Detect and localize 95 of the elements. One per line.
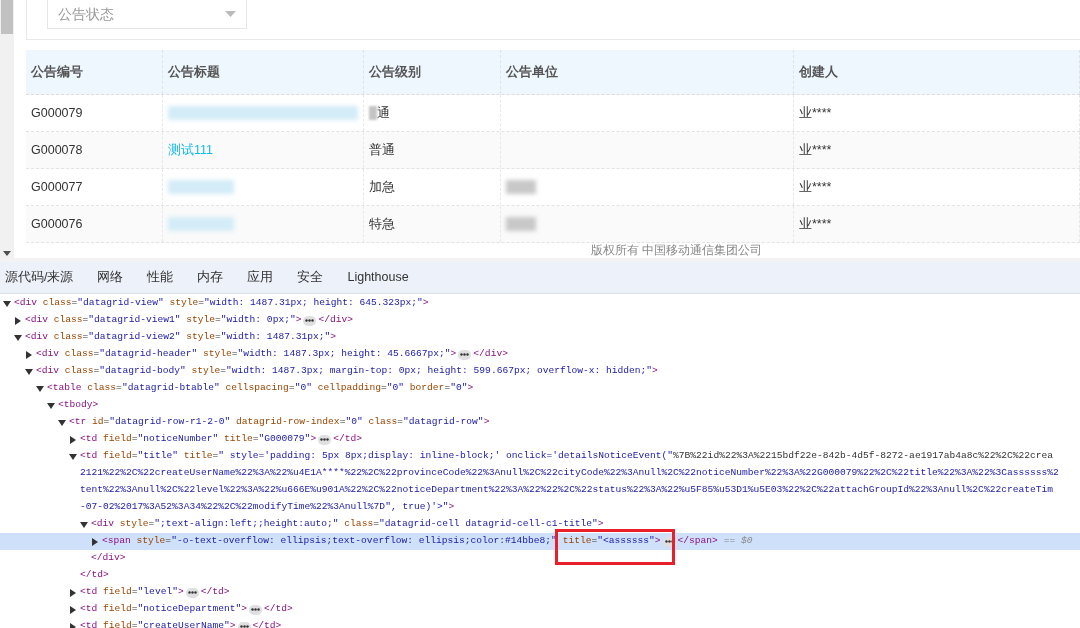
code-line: <tr id="datagrid-row-r1-2-0" datagrid-row-index="0" class="datagrid-row"> (69, 415, 490, 430)
collapse-triangle-icon[interactable] (36, 384, 44, 393)
code-line: </div> (91, 551, 126, 566)
table-cell-text: 业**** (799, 178, 832, 196)
code-line: <div class="datagrid-header" style="width: 1487.3px; height: 45.6667px;"> (36, 347, 457, 362)
dropdown-placeholder: 公告状态 (58, 4, 114, 24)
devtools-tab[interactable]: 网络 (97, 268, 124, 287)
scrollbar-thumb[interactable] (1, 0, 13, 34)
table-cell-text: 业**** (799, 104, 832, 122)
collapse-triangle-icon[interactable] (14, 333, 22, 342)
more-icon (320, 438, 330, 441)
code-line: <td field="level"> (80, 585, 184, 600)
table-cell-text: G000076 (31, 215, 83, 233)
table-cell-text: 特急 (369, 215, 395, 233)
more-icon (239, 625, 249, 628)
table-row[interactable]: G000077 加急 业**** (26, 169, 1080, 206)
collapsed-content-button[interactable] (318, 434, 332, 445)
copyright-footer: 版权所有 中国移动通信集团公司 (591, 241, 763, 260)
devtools-tab[interactable]: 源代码/来源 (5, 268, 74, 287)
code-line: <div class="datagrid-view" style="width: 1487.31px; height: 645.323px;"> (14, 296, 429, 311)
expand-triangle-icon[interactable] (69, 622, 77, 628)
column-header: 公告编号 (31, 63, 83, 81)
caret-icon (225, 11, 236, 17)
collapse-triangle-icon[interactable] (58, 418, 66, 427)
code-line: </td> (333, 432, 362, 447)
table-cell-text: G000079 (31, 104, 83, 122)
code-line: <td field="createUserName"> (80, 619, 236, 628)
code-line: </td> (200, 585, 230, 600)
code-line: </td> (80, 568, 109, 583)
table-cell-text: G000078 (31, 141, 83, 159)
devtools-tab[interactable]: 内存 (197, 268, 224, 287)
code-line: <div class="datagrid-view1" style="width: 0px;"> (25, 313, 302, 328)
code-line: </div> (473, 347, 508, 362)
table-row[interactable]: G000079 通 业**** (26, 95, 1080, 132)
code-line: <div class="datagrid-view2" style="width: 1487.31px;"> (25, 330, 336, 345)
scroll-down-arrow-icon[interactable] (3, 251, 11, 256)
devtools-tab[interactable]: 性能 (147, 268, 174, 287)
more-icon (664, 540, 674, 543)
devtools-tab[interactable]: 应用 (247, 268, 274, 287)
redacted-blur (506, 180, 536, 194)
code-line: <tbody> (58, 398, 99, 413)
column-header: 公告标题 (168, 63, 220, 81)
devtools-tab[interactable]: 安全 (297, 268, 324, 287)
collapsed-content-button[interactable] (303, 315, 317, 326)
console-reference: == $0 (723, 534, 753, 549)
code-line: <td field="title" title=" style='padding: 5px 8px;display: inline-block;' onclick='detailsNoticeEvent("%7B%22id%22%3A%2215bdf22e-842b-4d5f-8272-ae1917ab4a8c%22%2C%22crea (80, 449, 1054, 464)
code-line: </td> (264, 602, 293, 617)
expand-triangle-icon[interactable] (69, 588, 77, 597)
column-header: 公告单位 (506, 63, 558, 81)
code-line: <div class="datagrid-body" style="width: 1487.3px; margin-top: 0px; height: 599.667px; overflow-x: hidden;"> (36, 364, 658, 379)
collapsed-content-button[interactable] (185, 587, 199, 598)
collapsed-content-button[interactable] (237, 621, 251, 628)
code-line: </span> (677, 534, 718, 549)
collapsed-content-button[interactable] (249, 604, 262, 615)
column-header: 创建人 (799, 63, 838, 81)
code-line: <div style=";text-align:left;;height:auto;" class="datagrid-cell datagrid-cell-c1-title"> (91, 517, 604, 532)
expand-triangle-icon[interactable] (14, 316, 22, 325)
more-icon (460, 353, 470, 356)
table-cell-text: 加急 (369, 178, 395, 196)
code-line: </div> (318, 313, 353, 328)
expand-triangle-icon[interactable] (69, 605, 77, 614)
expand-triangle-icon[interactable] (25, 350, 33, 359)
table-cell-text: 通 (377, 104, 390, 122)
redacted-blur (168, 180, 234, 194)
scrollbar[interactable] (0, 0, 14, 258)
more-icon (251, 608, 260, 611)
table-cell-text: 业**** (799, 215, 832, 233)
code-line: <table class="datagrid-btable" cellspacing="0" cellpadding="0" border="0"> (47, 381, 474, 396)
code-line: <span style="-o-text-overflow: ellipsis;text-overflow: ellipsis;color:#14bbe8;" title="<assssss"> (102, 534, 661, 549)
collapsed-content-button[interactable] (458, 349, 472, 360)
table-cell-text: 普通 (369, 141, 395, 159)
more-icon (187, 591, 197, 594)
more-icon (305, 319, 315, 322)
table-cell-text: 业**** (799, 141, 832, 159)
collapse-triangle-icon[interactable] (69, 452, 77, 461)
code-line: 2121%22%2C%22createUserName%22%3A%22%u4E1A****%22%2C%22provinceCode%22%3Anull%2C%22cityCode%22%3Anull%2C%22noticeNumber%22%3A%22G000079%22%2C%22title%22%3A%22%3Cassssss%2 (80, 466, 1059, 481)
expand-triangle-icon[interactable] (69, 435, 77, 444)
collapse-triangle-icon[interactable] (80, 520, 88, 529)
collapse-triangle-icon[interactable] (25, 367, 33, 376)
code-line: <td field="noticeNumber" title="G000079"> (80, 432, 317, 447)
expand-triangle-icon[interactable] (91, 537, 99, 546)
collapse-triangle-icon[interactable] (3, 299, 11, 308)
code-line: -07-02%2017%3A52%3A34%22%2C%22modifyTime%22%3Anull%7D", true)'>"> (80, 500, 455, 515)
redacted-blur (369, 106, 377, 120)
column-header: 公告级别 (369, 63, 421, 81)
redacted-blur (168, 217, 234, 231)
code-line: </td> (252, 619, 282, 628)
table-row[interactable]: G000076 特急 业**** (26, 206, 1080, 243)
code-line: tent%22%3Anull%2C%22level%22%3A%22%u666E%u901A%22%2C%22noticeDepartment%22%3A%22%22%2C%22status%22%3A%22%u5F85%u53D1%u5E03%22%2C%22attachGroupId%22%3Anull%2C%22createTim (80, 483, 1053, 498)
redacted-blur (506, 217, 536, 231)
table-cell-text: G000077 (31, 178, 83, 196)
collapse-triangle-icon[interactable] (47, 401, 55, 410)
code-line: <td field="noticeDepartment"> (80, 602, 247, 617)
table-row[interactable]: G000078 测试111 普通 业**** (26, 132, 1080, 169)
devtools-tab[interactable]: Lighthouse (347, 268, 409, 287)
